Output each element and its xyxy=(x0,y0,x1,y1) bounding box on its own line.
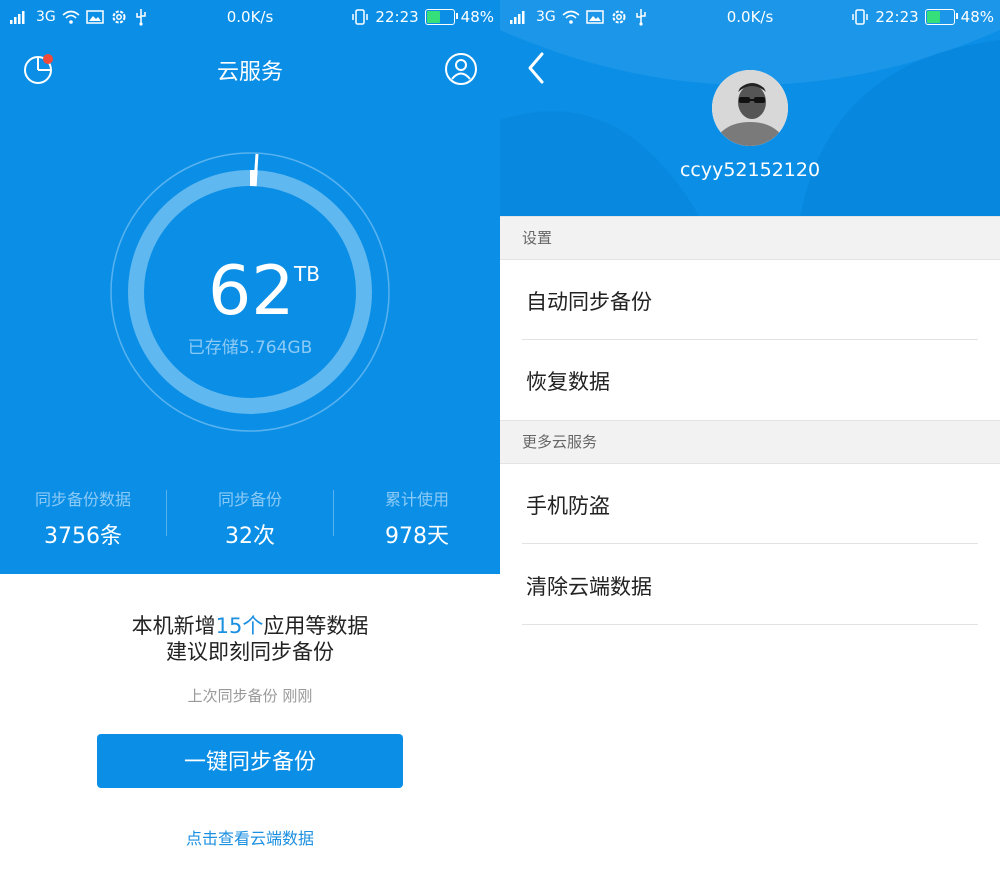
message-text: 本机新增 xyxy=(131,614,216,638)
menu-item-auto-sync[interactable]: 自动同步备份 xyxy=(500,260,1000,340)
menu-item-label: 清除云端数据 xyxy=(526,575,652,599)
avatar[interactable] xyxy=(712,70,788,146)
divider xyxy=(522,543,978,544)
divider xyxy=(522,624,978,625)
battery-level xyxy=(926,11,941,23)
message-text: 应用等数据 xyxy=(263,614,369,638)
message-suggestion: 建议即刻同步备份 xyxy=(166,640,334,664)
section-title: 设置 xyxy=(522,229,553,247)
battery-icon xyxy=(424,9,458,25)
stat-label: 同步备份数据 xyxy=(34,490,131,509)
stat-sync-count: 同步备份 32次 xyxy=(167,486,333,550)
account-screen: 3G 0.0K/s 22:23 48% ccyy52152120 设置 自动同步… xyxy=(500,0,1000,888)
page-title: 云服务 xyxy=(216,60,283,85)
username: ccyy52152120 xyxy=(679,159,821,181)
stat-label: 累计使用 xyxy=(384,490,449,509)
vibrate-icon xyxy=(352,9,369,25)
menu-item-clear-cloud-data[interactable]: 清除云端数据 xyxy=(500,545,1000,625)
status-bar: 3G 0.0K/s 22:23 48% xyxy=(0,0,500,34)
menu-item-label: 自动同步备份 xyxy=(526,290,652,314)
status-bar: 3G 0.0K/s 22:23 48% xyxy=(500,0,1000,34)
used-storage: 已存储5.764GB xyxy=(187,338,313,358)
one-click-sync-button[interactable]: 一键同步备份 xyxy=(97,734,403,788)
capacity-unit: TB xyxy=(294,262,320,286)
stat-label: 同步备份 xyxy=(217,490,282,509)
battery-level xyxy=(426,11,441,23)
stat-value: 32次 xyxy=(225,524,275,549)
menu-item-restore-data[interactable]: 恢复数据 xyxy=(500,340,1000,420)
view-cloud-data-link[interactable]: 点击查看云端数据 xyxy=(0,825,500,849)
stat-value: 3756条 xyxy=(44,524,122,549)
section-title: 更多云服务 xyxy=(522,433,598,451)
battery-icon xyxy=(924,9,958,25)
stat-sync-data: 同步备份数据 3756条 xyxy=(0,486,166,550)
battery-percent: 48% xyxy=(460,8,494,26)
clock: 22:23 xyxy=(875,8,919,26)
last-sync-time: 上次同步备份 刚刚 xyxy=(187,687,313,705)
new-app-count: 15个 xyxy=(215,614,264,638)
menu-item-label: 手机防盗 xyxy=(526,494,610,518)
profile-icon[interactable] xyxy=(444,52,478,86)
clock: 22:23 xyxy=(375,8,419,26)
menu-item-label: 恢复数据 xyxy=(526,370,610,394)
avatar-photo xyxy=(712,70,788,146)
new-data-message: 本机新增15个应用等数据 建议即刻同步备份 xyxy=(0,613,500,665)
back-arrow-icon[interactable] xyxy=(524,50,548,86)
cloud-service-screen: 3G 0.0K/s 22:23 48% 云服务 62 TB 已存储5.764GB xyxy=(0,0,500,888)
section-header-more-services: 更多云服务 xyxy=(500,420,1000,464)
stat-usage-days: 累计使用 978天 xyxy=(334,486,500,550)
stat-value: 978天 xyxy=(385,524,449,549)
section-header-settings: 设置 xyxy=(500,216,1000,260)
capacity-value: 62 xyxy=(208,252,295,331)
battery-percent: 48% xyxy=(960,8,994,26)
menu-item-anti-theft[interactable]: 手机防盗 xyxy=(500,464,1000,544)
vibrate-icon xyxy=(852,9,869,25)
